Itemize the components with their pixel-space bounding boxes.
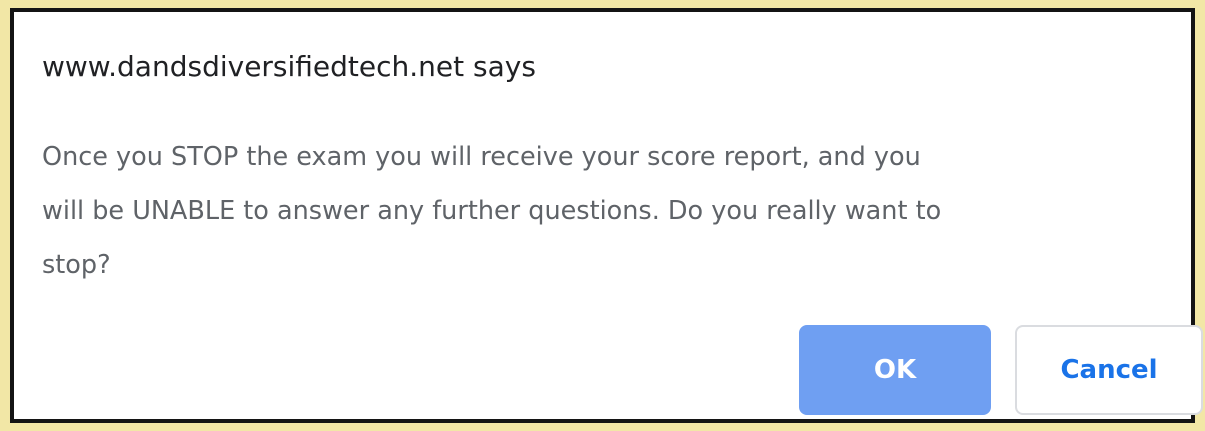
- ok-button[interactable]: OK: [799, 325, 991, 415]
- cancel-button[interactable]: Cancel: [1015, 325, 1203, 415]
- dialog-message-line-2: will be UNABLE to answer any further que…: [42, 196, 942, 226]
- alert-dialog: www.dandsdiversifiedtech.net says Once y…: [10, 8, 1203, 423]
- dialog-origin-title: www.dandsdiversifiedtech.net says: [42, 50, 536, 83]
- dialog-message-line-3: stop?: [42, 250, 111, 280]
- dialog-message: Once you STOP the exam you will receive …: [42, 130, 1162, 292]
- dialog-message-line-1: Once you STOP the exam you will receive …: [42, 142, 921, 172]
